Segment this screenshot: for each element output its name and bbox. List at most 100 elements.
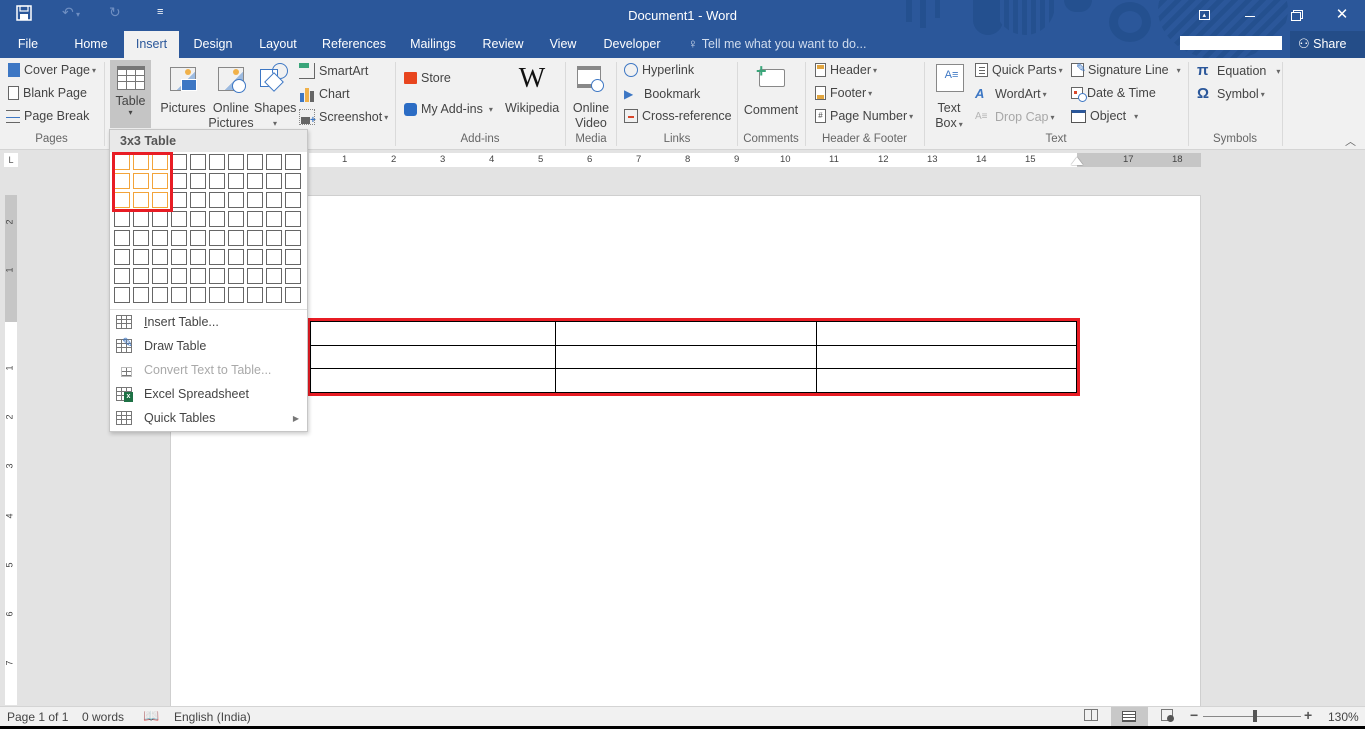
print-layout-button[interactable] (1111, 707, 1148, 726)
grid-cell[interactable] (247, 173, 263, 189)
table-cell[interactable] (309, 344, 557, 370)
zoom-in-button[interactable]: + (1304, 707, 1312, 723)
object-button[interactable]: Object ▾ (1071, 109, 1138, 123)
grid-cell[interactable] (266, 211, 282, 227)
zoom-out-button[interactable]: − (1190, 707, 1198, 723)
hyperlink-button[interactable]: Hyperlink (624, 63, 694, 77)
date-time-button[interactable]: Date & Time (1071, 86, 1156, 102)
tab-layout[interactable]: Layout (252, 31, 304, 58)
grid-cell[interactable] (247, 154, 263, 170)
menu-item-insert-table[interactable]: Insert Table... (110, 310, 307, 334)
grid-cell[interactable] (247, 230, 263, 246)
grid-cell[interactable] (209, 154, 225, 170)
grid-cell[interactable] (190, 154, 206, 170)
grid-cell[interactable] (171, 173, 187, 189)
grid-cell[interactable] (209, 230, 225, 246)
blank-page-button[interactable]: Blank Page (8, 86, 87, 100)
grid-cell[interactable] (209, 249, 225, 265)
table-cell[interactable] (555, 368, 817, 393)
zoom-slider-thumb[interactable] (1253, 710, 1257, 722)
table-cell[interactable] (555, 344, 817, 370)
grid-cell[interactable] (114, 249, 130, 265)
grid-cell[interactable] (190, 211, 206, 227)
online-pictures-button[interactable]: Online Pictures (208, 63, 254, 131)
grid-cell[interactable] (133, 287, 149, 303)
grid-cell[interactable] (228, 173, 244, 189)
symbol-button[interactable]: Ω Symbol ▾ (1197, 86, 1265, 102)
tell-me-box[interactable]: ♀ Tell me what you want to do... (688, 31, 866, 57)
language[interactable]: English (India) (174, 710, 251, 724)
account-area[interactable] (1180, 36, 1282, 50)
grid-cell[interactable] (190, 192, 206, 208)
tab-design[interactable]: Design (186, 31, 240, 58)
grid-cell[interactable] (114, 211, 130, 227)
grid-cell[interactable] (285, 192, 301, 208)
header-button[interactable]: Header ▾ (815, 63, 877, 77)
minimize-button[interactable] (1227, 0, 1273, 30)
screenshot-button[interactable]: + Screenshot ▾ (299, 109, 388, 126)
bookmark-button[interactable]: ▶ Bookmark (624, 86, 700, 102)
grid-cell[interactable] (190, 230, 206, 246)
grid-cell[interactable] (171, 287, 187, 303)
page-break-button[interactable]: Page Break (6, 109, 89, 123)
grid-cell[interactable] (171, 249, 187, 265)
tab-review[interactable]: Review (478, 31, 528, 58)
proofing-icon[interactable]: 📖 (143, 708, 159, 724)
grid-cell[interactable] (228, 287, 244, 303)
read-mode-icon[interactable] (1084, 709, 1098, 721)
comment-button[interactable]: + Comment (741, 62, 801, 118)
web-layout-icon[interactable] (1161, 709, 1174, 722)
grid-cell[interactable] (133, 268, 149, 284)
restore-button[interactable] (1273, 0, 1319, 30)
grid-cell[interactable] (114, 268, 130, 284)
grid-cell[interactable] (209, 211, 225, 227)
equation-button[interactable]: π Equation ▾ (1197, 63, 1280, 79)
grid-cell[interactable] (285, 268, 301, 284)
tab-developer[interactable]: Developer (598, 31, 666, 58)
grid-cell[interactable] (266, 230, 282, 246)
grid-cell[interactable] (114, 230, 130, 246)
grid-cell[interactable] (228, 154, 244, 170)
wikipedia-button[interactable]: W Wikipedia (505, 63, 559, 116)
tab-references[interactable]: References (318, 31, 390, 58)
grid-cell[interactable] (209, 287, 225, 303)
grid-cell[interactable] (266, 173, 282, 189)
ribbon-display-options-button[interactable]: ▴ (1181, 0, 1227, 30)
grid-cell[interactable] (266, 192, 282, 208)
text-box-button[interactable]: A≡ Text Box ▾ (928, 63, 970, 132)
zoom-level[interactable]: 130% (1328, 710, 1359, 724)
grid-cell[interactable] (171, 230, 187, 246)
grid-cell[interactable] (171, 192, 187, 208)
grid-cell[interactable] (190, 249, 206, 265)
cross-reference-button[interactable]: Cross-reference (624, 109, 732, 123)
share-button[interactable]: ⚇ Share (1290, 31, 1365, 58)
tab-view[interactable]: View (543, 31, 583, 58)
grid-cell[interactable] (285, 211, 301, 227)
grid-cell[interactable] (266, 249, 282, 265)
quick-parts-button[interactable]: Quick Parts ▾ (975, 63, 1063, 77)
grid-cell[interactable] (266, 268, 282, 284)
online-video-button[interactable]: Online Video (570, 63, 612, 131)
shapes-button[interactable]: Shapes ▾ (254, 63, 296, 131)
footer-button[interactable]: Footer ▾ (815, 86, 872, 100)
grid-cell[interactable] (247, 249, 263, 265)
tab-mailings[interactable]: Mailings (404, 31, 462, 58)
tab-insert[interactable]: Insert (124, 31, 179, 58)
grid-cell[interactable] (247, 287, 263, 303)
table-cell[interactable] (309, 321, 557, 346)
grid-cell[interactable] (133, 230, 149, 246)
grid-cell[interactable] (171, 154, 187, 170)
collapse-ribbon-icon[interactable]: ︿ (1345, 133, 1356, 149)
tab-home[interactable]: Home (66, 31, 116, 58)
grid-cell[interactable] (285, 173, 301, 189)
menu-item-draw-table[interactable]: ✎ Draw Table (110, 334, 307, 358)
smartart-button[interactable]: SmartArt (299, 63, 368, 79)
grid-cell[interactable] (247, 211, 263, 227)
grid-cell[interactable] (152, 287, 168, 303)
word-count[interactable]: 0 words (82, 710, 124, 724)
table-cell[interactable] (555, 321, 817, 346)
wordart-button[interactable]: A WordArt ▾ (975, 86, 1047, 102)
menu-item-quick-tables[interactable]: Quick Tables ▶ (110, 406, 307, 430)
grid-cell[interactable] (190, 173, 206, 189)
cover-page-button[interactable]: Cover Page ▾ (8, 63, 96, 77)
